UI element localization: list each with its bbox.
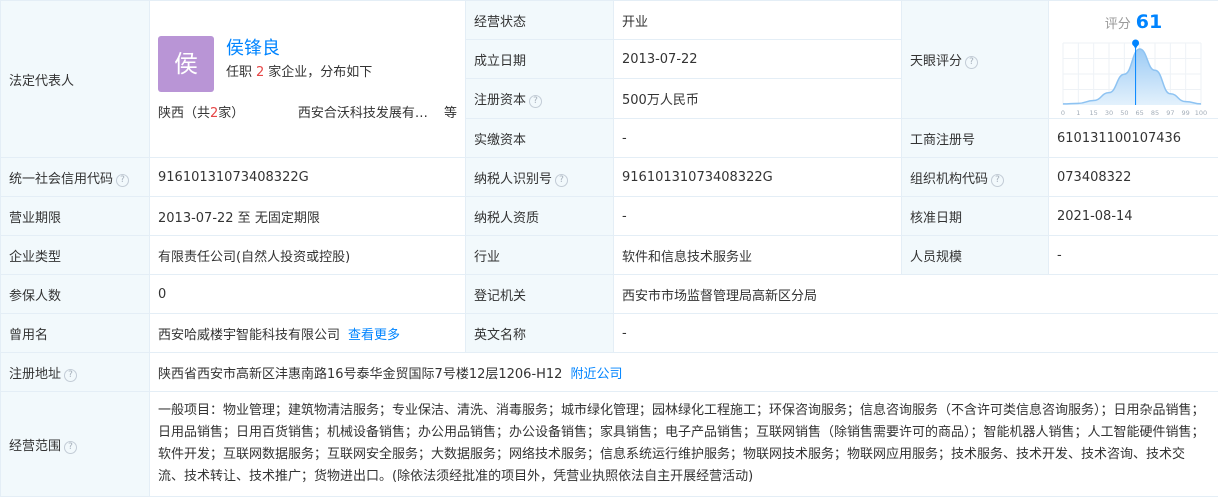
gauge-tick-label: 100: [1195, 109, 1207, 117]
tianyan-score-label-cell: 天眼评分?: [901, 0, 1049, 119]
positions-suffix: 家企业，分布如下: [268, 64, 373, 80]
established-label: 成立日期: [465, 39, 614, 79]
region-summary[interactable]: 陕西（共2家）: [158, 102, 244, 121]
english-name-label: 英文名称: [465, 313, 614, 353]
term-value: 2013-07-22 至 无固定期限: [149, 196, 466, 236]
address-value: 陕西省西安市高新区沣惠南路16号泰华金贸国际7号楼12层1206-H12: [158, 366, 563, 382]
type-label: 企业类型: [0, 235, 150, 275]
score-value: 61: [1135, 11, 1163, 33]
score-marker-pin: [1132, 44, 1139, 49]
score-chart-cell[interactable]: 评分 61 0 1 15 30 50 65 85 97 99 100: [1048, 0, 1218, 119]
positions-count: 2: [256, 64, 265, 80]
legal-rep-avatar[interactable]: 侯: [158, 35, 214, 92]
reg-no-value: 610131100107436: [1048, 118, 1218, 158]
score-distribution-chart: 0 1 15 30 50 65 85 97 99 100: [1061, 39, 1207, 117]
term-label: 营业期限: [0, 196, 150, 236]
authority-label: 登记机关: [465, 274, 614, 314]
industry-label: 行业: [465, 235, 614, 275]
former-name-value: 西安哈威楼宇智能科技有限公司: [158, 327, 341, 343]
org-code-label-cell: 组织机构代码?: [901, 157, 1049, 197]
approved-label: 核准日期: [901, 196, 1049, 236]
taxpayer-id-label-cell: 纳税人识别号?: [465, 157, 614, 197]
address-label-cell: 注册地址?: [0, 352, 150, 392]
established-value: 2013-07-22: [613, 39, 902, 79]
address-label: 注册地址: [9, 366, 62, 382]
positions-prefix: 任职: [226, 64, 253, 80]
org-code-value: 073408322: [1048, 157, 1218, 197]
scope-label-cell: 经营范围?: [0, 391, 150, 497]
paid-capital-label: 实缴资本: [465, 118, 614, 158]
former-name-cell: 西安哈威楼宇智能科技有限公司 查看更多: [149, 313, 466, 353]
view-more-link[interactable]: 查看更多: [348, 328, 400, 343]
credit-code-label: 统一社会信用代码: [9, 171, 114, 187]
help-icon[interactable]: ?: [529, 95, 543, 108]
gauge-tick-label: 85: [1151, 109, 1159, 117]
org-code-label: 组织机构代码: [910, 171, 989, 187]
authority-value: 西安市市场监督管理局高新区分局: [613, 274, 1218, 314]
gauge-tick-label: 97: [1166, 109, 1174, 117]
score-title: 评分: [1104, 17, 1131, 32]
credit-code-value: 91610131073408322G: [149, 157, 466, 197]
credit-code-label-cell: 统一社会信用代码?: [0, 157, 150, 197]
insured-label: 参保人数: [0, 274, 150, 314]
staff-label: 人员规模: [901, 235, 1049, 275]
reg-capital-value: 500万人民币: [613, 78, 902, 119]
scope-value: 一般项目：物业管理；建筑物清洁服务；专业保洁、清洗、消毒服务；城市绿化管理；园林…: [149, 391, 1218, 497]
legal-rep-label: 法定代表人: [0, 0, 150, 158]
company-info-table: 法定代表人 侯 侯锋良 任职 2 家企业，分布如下 陕西（共2家） 西安合沃科技发展…: [0, 0, 1218, 497]
etc-text: 等: [443, 105, 457, 121]
industry-value: 软件和信息技术服务业: [613, 235, 902, 275]
insured-value: 0: [149, 274, 466, 314]
region-name: 陕西（共: [158, 105, 211, 121]
status-value: 开业: [613, 0, 902, 40]
nearby-companies-link[interactable]: 附近公司: [570, 367, 622, 382]
help-icon[interactable]: ?: [965, 56, 979, 69]
taxpayer-id-value: 91610131073408322G: [613, 157, 902, 197]
help-icon[interactable]: ?: [64, 440, 78, 454]
status-label: 经营状态: [465, 0, 614, 40]
reg-capital-label: 注册资本: [474, 93, 527, 108]
gauge-tick-label: 1: [1076, 109, 1080, 117]
legal-rep-name[interactable]: 侯锋良: [226, 36, 372, 62]
gauge-tick-label: 65: [1136, 109, 1144, 117]
staff-value: -: [1048, 235, 1218, 275]
taxpayer-id-label: 纳税人识别号: [474, 171, 553, 187]
gauge-tick-label: 15: [1090, 109, 1098, 117]
tianyan-score-label: 天眼评分: [910, 54, 963, 69]
gauge-tick-label: 30: [1105, 109, 1113, 117]
taxpayer-qual-label: 纳税人资质: [465, 196, 614, 236]
reg-no-label: 工商注册号: [901, 118, 1049, 158]
gauge-tick-label: 99: [1182, 109, 1190, 117]
address-cell: 陕西省西安市高新区沣惠南路16号泰华金贸国际7号楼12层1206-H12 附近公司: [149, 352, 1218, 392]
gauge-tick-label: 0: [1061, 109, 1065, 117]
legal-rep-positions: 任职 2 家企业，分布如下: [226, 62, 372, 84]
paid-capital-value: -: [613, 118, 902, 158]
related-company-link[interactable]: 西安合沃科技发展有限公司: [298, 102, 440, 121]
help-icon[interactable]: ?: [991, 173, 1005, 187]
english-name-value: -: [613, 313, 1218, 353]
region-suffix: 家）: [218, 105, 245, 121]
help-icon[interactable]: ?: [555, 173, 569, 187]
former-name-label: 曾用名: [0, 313, 150, 353]
help-icon[interactable]: ?: [116, 173, 130, 187]
approved-value: 2021-08-14: [1048, 196, 1218, 236]
help-icon[interactable]: ?: [64, 368, 78, 382]
reg-capital-label-cell: 注册资本?: [465, 78, 614, 119]
scope-label: 经营范围: [9, 438, 62, 454]
type-value: 有限责任公司(自然人投资或控股): [149, 235, 466, 275]
gauge-tick-label: 50: [1120, 109, 1128, 117]
gauge-area: [1063, 49, 1201, 105]
legal-rep-cell: 侯 侯锋良 任职 2 家企业，分布如下 陕西（共2家） 西安合沃科技发展有限公司 等: [149, 0, 466, 158]
taxpayer-qual-value: -: [613, 196, 902, 236]
